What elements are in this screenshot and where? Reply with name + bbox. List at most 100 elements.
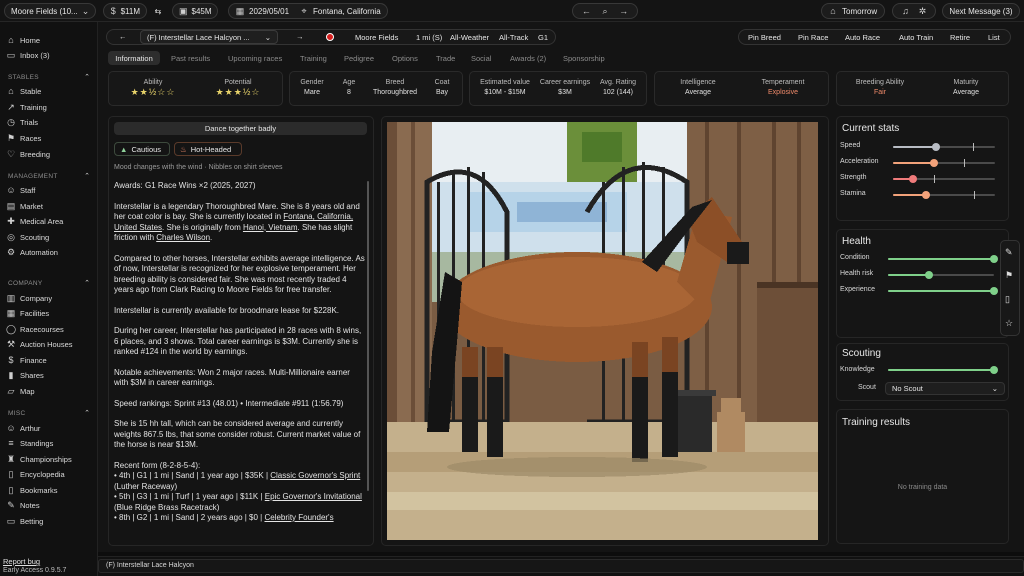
chevron-up-icon[interactable]: ⌃ (82, 279, 92, 287)
flag-icon[interactable]: ⚑ (1005, 270, 1013, 281)
stat-slider[interactable] (888, 271, 994, 279)
edit-icon[interactable]: ✎ (1005, 247, 1013, 258)
stat-knob[interactable] (931, 143, 940, 151)
stat-slider[interactable] (893, 175, 995, 183)
stat-knob[interactable] (990, 287, 998, 295)
chevron-up-icon[interactable]: ⌃ (82, 73, 92, 81)
knowledge-knob[interactable] (990, 366, 998, 374)
stat-slider[interactable] (888, 255, 998, 263)
sidebar-item-company[interactable]: ▥ Company (6, 293, 52, 304)
next-message-button[interactable]: Next Message (3) (942, 3, 1020, 19)
stable-selector[interactable]: Moore Fields (10... ⌄ (4, 3, 96, 19)
stat-knob[interactable] (990, 255, 998, 263)
sidebar-item-stable[interactable]: ⌂ Stable (6, 86, 41, 96)
trend-icon: ↗ (7, 102, 15, 112)
sidebar-item-shares[interactable]: ▮ Shares (6, 370, 44, 381)
gear-icon[interactable]: ✲ (918, 6, 928, 17)
scout-select[interactable]: No Scout ⌄ (885, 382, 1005, 395)
transfer-icon[interactable]: ⇆ (150, 3, 166, 19)
report-bug-link[interactable]: Report bug (3, 557, 40, 566)
coat-value: Bay (435, 89, 449, 96)
cart-icon: ▤ (6, 201, 16, 211)
sidebar-item-facilities[interactable]: ▦ Facilities (6, 308, 49, 319)
sidebar-item-scouting[interactable]: ◎ Scouting (6, 232, 49, 243)
biography-scrollbar[interactable] (367, 181, 369, 491)
horse-grade: G1 (538, 33, 549, 42)
sidebar-item-medical[interactable]: ✚ Medical Area (6, 216, 63, 227)
flag-icon: ⚑ (6, 133, 16, 143)
stat-label: Strength (840, 174, 867, 181)
tab-information[interactable]: Information (108, 51, 160, 65)
sidebar-item-notes[interactable]: ✎ Notes (6, 500, 39, 511)
coat-label: Coat (434, 79, 450, 86)
next-horse-icon[interactable]: → (296, 32, 304, 41)
sidebar-item-betting[interactable]: ▭ Betting (6, 516, 44, 527)
sidebar-item-inbox[interactable]: ▭ Inbox (3) (6, 50, 50, 61)
money-display[interactable]: $ $11M (103, 3, 147, 19)
sidebar-item-training[interactable]: ↗ Training (6, 102, 47, 113)
pin-breed-button[interactable]: Pin Breed (748, 33, 781, 42)
pin-race-button[interactable]: Pin Race (798, 33, 828, 42)
tab-pedigree[interactable]: Pedigree (344, 51, 374, 65)
sidebar-item-arthur[interactable]: ☺ Arthur (6, 423, 40, 433)
sidebar-item-races[interactable]: ⚑ Races (6, 133, 41, 144)
race-link[interactable]: Classic Governor's Sprint (270, 471, 360, 480)
cautious-label: Cautious (131, 144, 162, 154)
list-button[interactable]: List (988, 33, 1000, 42)
race-link[interactable]: Epic Governor's Invitational (265, 492, 362, 501)
stat-slider[interactable] (893, 159, 995, 167)
sidebar-item-racecourses[interactable]: ◯ Racecourses (6, 324, 64, 335)
stat-slider[interactable] (893, 143, 995, 151)
stat-slider[interactable] (888, 287, 998, 295)
tomorrow-button[interactable]: ⌂ Tomorrow (821, 3, 885, 19)
chevron-up-icon[interactable]: ⌃ (82, 409, 92, 417)
star-icon[interactable]: ☆ (1005, 318, 1013, 329)
sidebar-item-label: Betting (20, 517, 44, 526)
maturity-value: Average (953, 89, 979, 96)
person-link[interactable]: Charles Wilson (156, 233, 210, 242)
race-link[interactable]: Celebrity Founder's (264, 513, 333, 522)
sidebar-item-standings[interactable]: ≡ Standings (6, 438, 53, 448)
arrow-left-icon[interactable]: ← (581, 6, 591, 16)
origin-link[interactable]: Hanoi, Vietnam (243, 223, 298, 232)
stat-knob[interactable] (921, 191, 930, 199)
tab-training[interactable]: Training (300, 51, 327, 65)
tab-awards[interactable]: Awards (2) (510, 51, 546, 65)
horse-dropdown[interactable]: (F) Interstellar Lace Halcyon ... ⌄ (140, 30, 278, 44)
tab-past-results[interactable]: Past results (171, 51, 210, 65)
stat-knob[interactable] (929, 159, 938, 167)
auto-train-button[interactable]: Auto Train (899, 33, 933, 42)
tab-options[interactable]: Options (392, 51, 418, 65)
sidebar-item-auction-houses[interactable]: ⚒ Auction Houses (6, 339, 73, 350)
sidebar-item-map[interactable]: ▱ Map (6, 386, 35, 397)
sidebar-item-finance[interactable]: $ Finance (6, 355, 46, 365)
sidebar-item-trials[interactable]: ◷ Trials (6, 117, 38, 128)
sidebar-item-home[interactable]: ⌂ Home (6, 35, 40, 45)
arrow-right-icon[interactable]: → (619, 6, 629, 16)
sidebar-item-encyclopedia[interactable]: ▯ Encyclopedia (6, 469, 65, 480)
prev-horse-icon[interactable]: ← (119, 32, 127, 41)
bell-icon[interactable]: ♫ (901, 6, 911, 16)
tab-upcoming-races[interactable]: Upcoming races (228, 51, 282, 65)
sidebar-item-automation[interactable]: ⚙ Automation (6, 247, 58, 258)
bookmark-icon[interactable]: ▯ (1005, 294, 1010, 305)
auto-race-button[interactable]: Auto Race (845, 33, 880, 42)
date-location[interactable]: ▦ 2029/05/01 ⌖ Fontana, California (228, 3, 388, 19)
horse-stable[interactable]: Moore Fields (355, 33, 398, 42)
sidebar-item-breeding[interactable]: ♡ Breeding (6, 149, 50, 160)
temperament-card: Intelligence Average Temperament Explosive (654, 71, 829, 106)
sidebar-item-market[interactable]: ▤ Market (6, 201, 43, 212)
sidebar-item-championships[interactable]: ♜ Championships (6, 454, 72, 465)
tab-sponsorship[interactable]: Sponsorship (563, 51, 605, 65)
tab-trade[interactable]: Trade (436, 51, 455, 65)
chevron-up-icon[interactable]: ⌃ (82, 172, 92, 180)
tab-social[interactable]: Social (471, 51, 491, 65)
knowledge-track[interactable] (888, 366, 998, 374)
stat-slider[interactable] (893, 191, 995, 199)
sidebar-item-bookmarks[interactable]: ▯ Bookmarks (6, 485, 58, 496)
retire-button[interactable]: Retire (950, 33, 970, 42)
search-icon[interactable]: ⌕ (600, 6, 610, 17)
assets-display[interactable]: ▣ $45M (172, 3, 218, 19)
sidebar-item-staff[interactable]: ☺ Staff (6, 185, 35, 195)
sidebar-item-label: Championships (20, 455, 72, 464)
